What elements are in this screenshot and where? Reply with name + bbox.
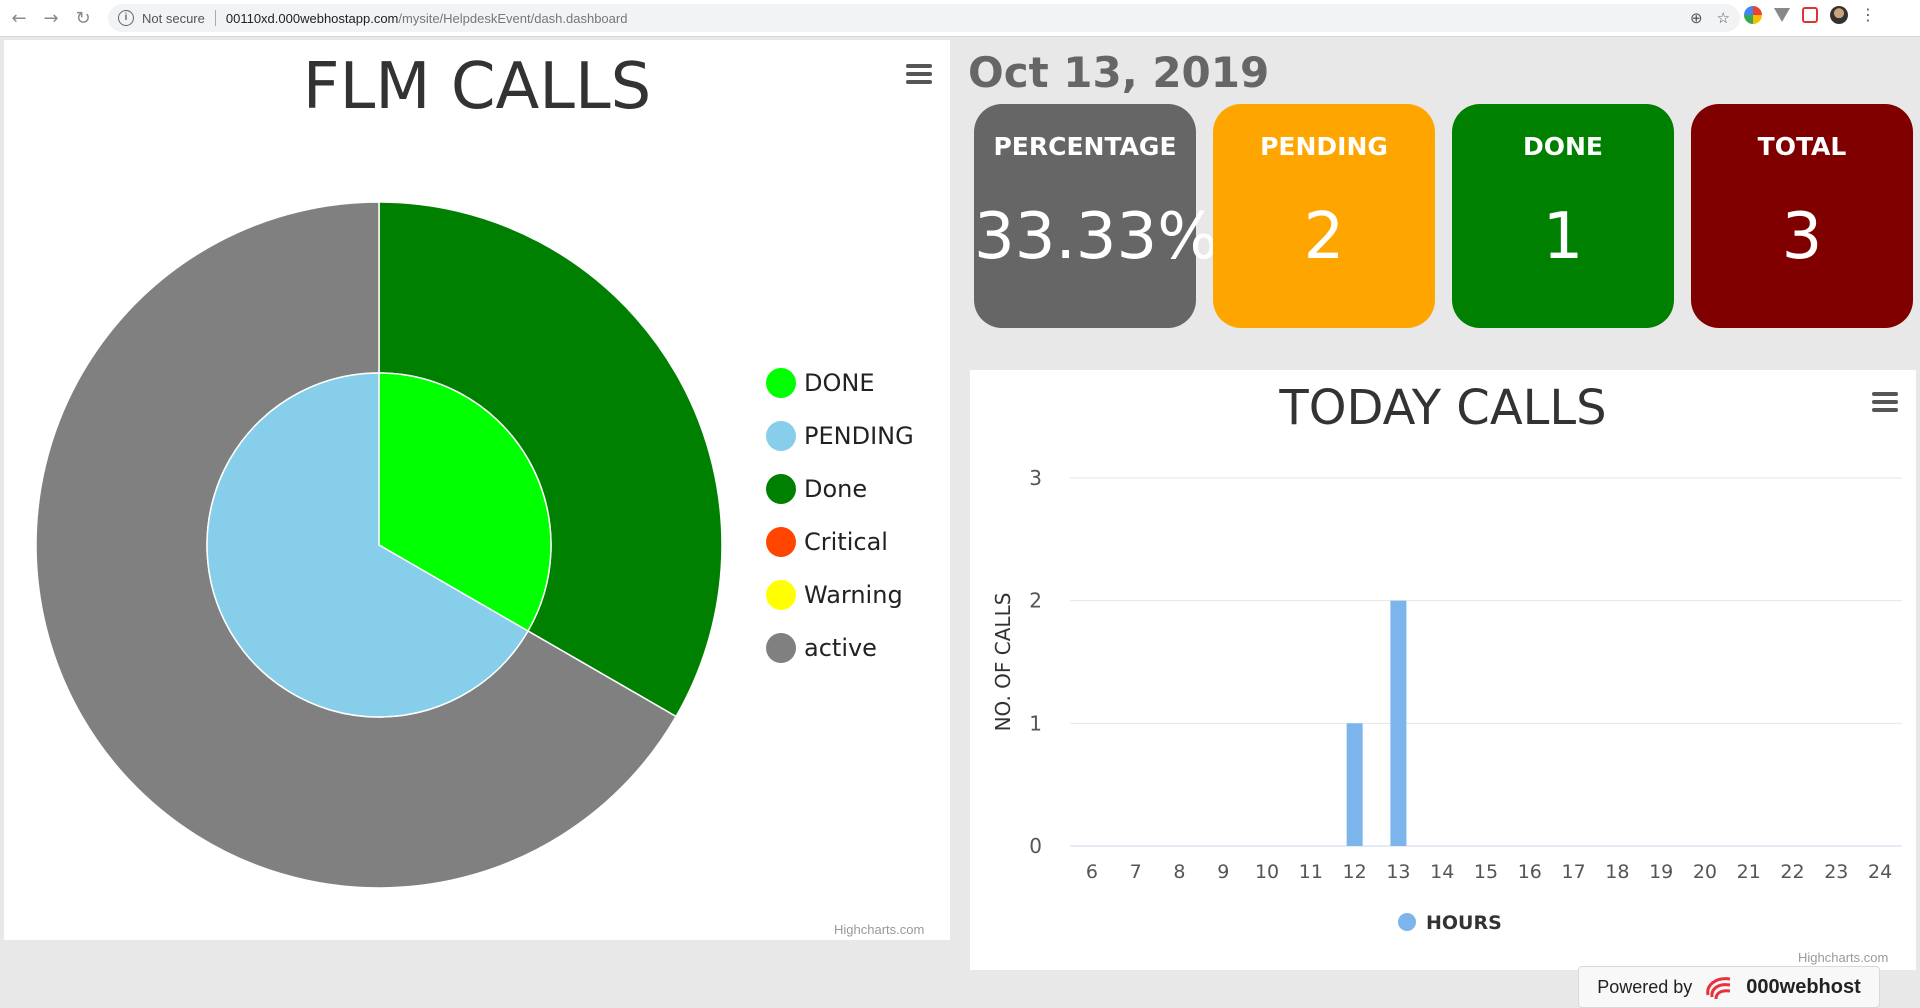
legend-label: DONE: [804, 368, 875, 397]
url-host: 00110xd.000webhostapp.com: [225, 10, 399, 26]
flm-legend: DONE PENDING Done Critical Warning active: [766, 356, 914, 674]
x-tick-label: 13: [1386, 861, 1410, 883]
extension-pocket-icon[interactable]: [1802, 7, 1818, 23]
extension-color-icon[interactable]: [1744, 6, 1762, 24]
x-tick-label: 21: [1737, 861, 1761, 883]
pending-card: PENDING 2: [1213, 104, 1435, 328]
y-axis-title: NO. OF CALLS: [991, 593, 1015, 732]
x-tick-label: 8: [1173, 861, 1185, 883]
card-value: 33.33%: [974, 200, 1219, 274]
reload-icon[interactable]: ↻: [70, 5, 96, 31]
legend-label: Done: [804, 474, 868, 503]
legend-dot-icon: [766, 367, 796, 398]
forward-icon[interactable]: →: [38, 5, 64, 31]
zoom-icon[interactable]: ⊕: [1690, 9, 1703, 27]
card-title: PERCENTAGE: [993, 132, 1177, 161]
card-title: PENDING: [1260, 132, 1388, 161]
x-tick-label: 23: [1824, 861, 1848, 883]
powered-by-brand: 000webhost: [1746, 975, 1861, 998]
x-tick-label: 11: [1299, 861, 1323, 883]
legend-item-hours[interactable]: HOURS: [1426, 912, 1502, 934]
today-bar-chart: 0123NO. OF CALLS6 7 8 9 10 11 12 13 14 15 16 17 18 19…: [991, 466, 1902, 934]
percentage-card: PERCENTAGE 33.33%: [974, 104, 1219, 328]
x-tick-label: 17: [1561, 861, 1585, 883]
card-value: 2: [1303, 200, 1345, 274]
legend-item-pending[interactable]: PENDING: [766, 409, 914, 462]
legend-dot-icon: [766, 420, 796, 451]
x-tick-label: 22: [1780, 861, 1804, 883]
legend-label: PENDING: [804, 421, 914, 450]
x-tick-label: 16: [1518, 861, 1542, 883]
legend-dot-icon: [766, 632, 796, 663]
y-tick-label: 0: [1029, 834, 1042, 858]
powered-by-badge[interactable]: Powered by 000webhost: [1578, 966, 1880, 1008]
x-tick-label: 20: [1693, 861, 1717, 883]
card-value: 3: [1781, 200, 1823, 274]
x-tick-label: 14: [1430, 861, 1454, 883]
bookmark-star-icon[interactable]: ☆: [1717, 9, 1730, 27]
x-tick-label: 10: [1255, 861, 1279, 883]
back-icon[interactable]: ←: [6, 5, 32, 31]
legend-dot-icon: [766, 526, 796, 557]
x-tick-label: 24: [1868, 861, 1892, 883]
x-tick-label: 7: [1130, 861, 1142, 883]
flm-calls-chart-panel: FLM CALLS DONE PENDING Done Critical Warning…: [4, 40, 950, 940]
000webhost-logo-icon: [1706, 977, 1731, 1000]
profile-avatar[interactable]: [1830, 6, 1848, 24]
divider: [214, 10, 216, 26]
y-tick-label: 1: [1029, 711, 1042, 735]
y-tick-label: 3: [1029, 466, 1042, 490]
x-tick-label: 18: [1605, 861, 1629, 883]
highcharts-credits[interactable]: Highcharts.com: [1798, 950, 1888, 965]
legend-label: active: [804, 633, 877, 662]
card-title: DONE: [1522, 132, 1603, 161]
info-icon[interactable]: i: [118, 10, 134, 26]
x-tick-label: 19: [1649, 861, 1673, 883]
bar-hour-13[interactable]: [1390, 600, 1407, 846]
y-tick-label: 2: [1029, 589, 1042, 613]
security-label: Not secure: [142, 10, 205, 26]
legend-item-done[interactable]: DONE: [766, 356, 914, 409]
legend-dot-icon: [1398, 913, 1416, 931]
browser-toolbar: ← → ↻ i Not secure 00110xd.000webhostapp…: [0, 0, 1920, 37]
bar-hour-12[interactable]: [1346, 723, 1363, 846]
powered-by-label: Powered by: [1597, 976, 1693, 997]
card-value: 1: [1542, 200, 1584, 274]
date-label: Oct 13, 2019: [968, 48, 1270, 97]
total-card: TOTAL 3: [1691, 104, 1913, 328]
card-title: TOTAL: [1757, 132, 1847, 161]
x-tick-label: 9: [1217, 861, 1229, 883]
legend-item-critical[interactable]: Critical: [766, 515, 914, 568]
legend-dot-icon: [766, 473, 796, 504]
legend-item-active[interactable]: active: [766, 621, 914, 674]
legend-label: Warning: [804, 580, 903, 609]
legend-dot-icon: [766, 579, 796, 610]
legend-item-warning[interactable]: Warning: [766, 568, 914, 621]
legend-item-done[interactable]: Done: [766, 462, 914, 515]
legend-label: Critical: [804, 527, 888, 556]
today-calls-chart-panel: TODAY CALLS 0 1 2 3 NO. OF CALLS 6 7 8 9 10 11 12 13…: [970, 370, 1916, 970]
x-tick-label: 6: [1086, 861, 1098, 883]
browser-menu-icon[interactable]: ⋮: [1860, 7, 1876, 23]
extension-vue-icon[interactable]: [1774, 8, 1790, 22]
x-tick-label: 12: [1343, 861, 1367, 883]
address-bar[interactable]: i Not secure 00110xd.000webhostapp.com/m…: [108, 4, 1740, 32]
highcharts-credits[interactable]: Highcharts.com: [834, 922, 924, 937]
x-tick-label: 15: [1474, 861, 1498, 883]
done-card: DONE 1: [1452, 104, 1674, 328]
url-path: /mysite/HelpdeskEvent/dash.dashboard: [398, 10, 628, 26]
